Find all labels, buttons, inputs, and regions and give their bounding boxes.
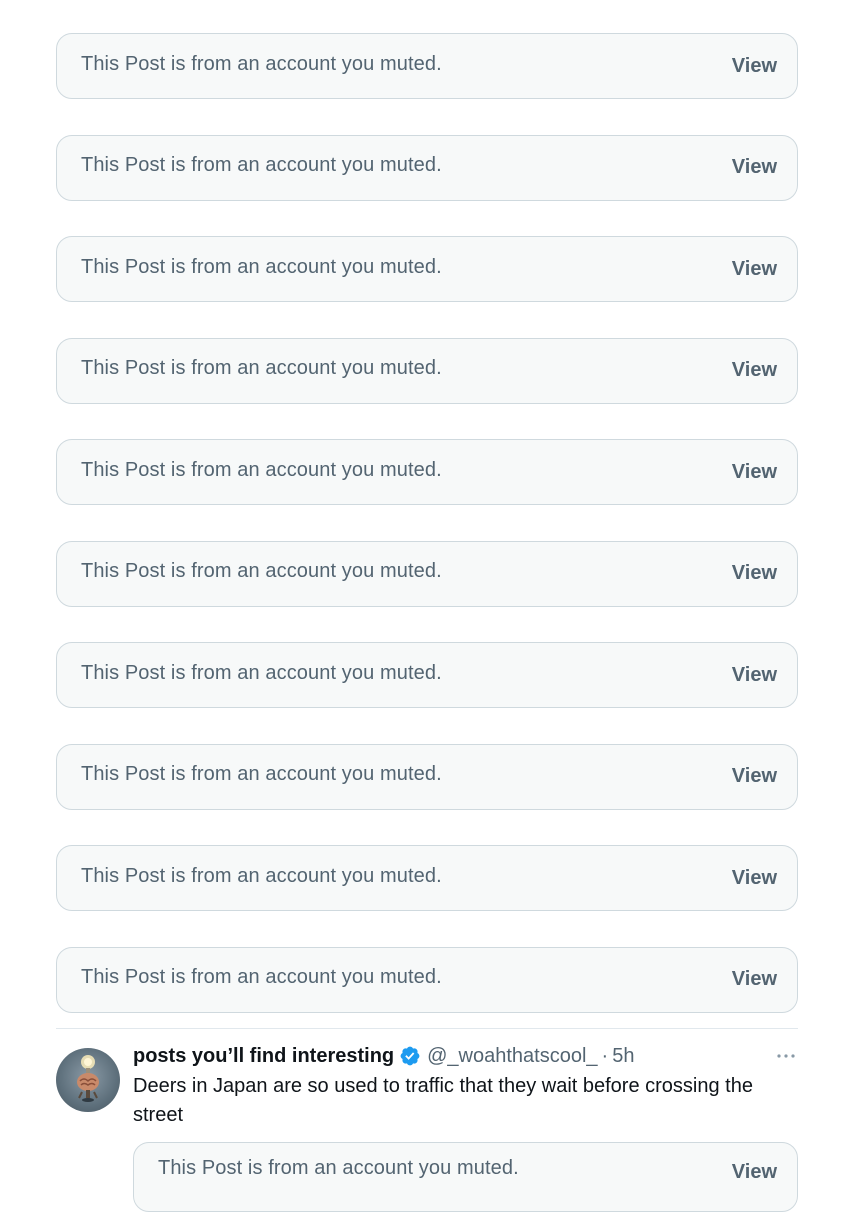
muted-post-card: This Post is from an account you muted. …: [56, 337, 798, 404]
muted-post-notice: This Post is from an account you muted.: [81, 255, 442, 278]
author-name[interactable]: posts you’ll find interesting: [133, 1045, 394, 1068]
separator-dot: ·: [601, 1044, 609, 1067]
view-button[interactable]: View: [732, 968, 777, 991]
view-button[interactable]: View: [732, 562, 777, 585]
muted-post-card: This Post is from an account you muted. …: [56, 642, 798, 708]
muted-post-card: This Post is from an account you muted. …: [56, 236, 798, 302]
post-header: posts you’ll find interesting @_woahthat…: [133, 1040, 798, 1072]
post-text: Deers in Japan are so used to traffic th…: [133, 1075, 753, 1126]
author-handle[interactable]: @_woahthatscool_: [427, 1045, 597, 1068]
muted-post-notice: This Post is from an account you muted.: [81, 763, 442, 785]
more-options-icon[interactable]: [774, 1044, 798, 1068]
muted-post-card: This Post is from an account you muted. …: [56, 743, 798, 810]
view-button[interactable]: View: [732, 55, 777, 78]
muted-post-notice: This Post is from an account you muted.: [81, 357, 442, 379]
muted-post-notice: This Post is from an account you muted.: [81, 52, 442, 75]
muted-post-notice: This Post is from an account you muted.: [81, 458, 442, 481]
view-button[interactable]: View: [732, 359, 777, 382]
muted-post-notice: This Post is from an account you muted.: [158, 1157, 519, 1179]
avatar[interactable]: [56, 1048, 120, 1112]
brain-lightbulb-avatar-icon: [77, 1055, 99, 1102]
muted-post-card: This Post is from an account you muted. …: [56, 845, 798, 911]
muted-post-card: This Post is from an account you muted. …: [56, 134, 798, 201]
view-button[interactable]: View: [732, 867, 777, 890]
muted-post-card: This Post is from an account you muted. …: [56, 540, 798, 607]
view-button[interactable]: View: [732, 461, 777, 484]
muted-post-notice: This Post is from an account you muted.: [81, 661, 442, 684]
muted-post-notice: This Post is from an account you muted.: [81, 154, 442, 176]
post-body: posts you’ll find interesting @_woahthat…: [133, 1040, 798, 1212]
view-button[interactable]: View: [732, 156, 777, 179]
muted-posts-list: This Post is from an account you muted. …: [56, 33, 798, 1048]
view-button[interactable]: View: [732, 1161, 777, 1184]
verified-badge-icon[interactable]: [399, 1045, 421, 1067]
timeline-divider: [56, 1028, 798, 1029]
muted-post-notice: This Post is from an account you muted.: [81, 560, 442, 582]
view-button[interactable]: View: [732, 258, 777, 281]
muted-post-card: This Post is from an account you muted. …: [56, 439, 798, 505]
muted-post-notice: This Post is from an account you muted.: [81, 864, 442, 887]
muted-post-card: This Post is from an account you muted. …: [56, 946, 798, 1013]
muted-post-notice: This Post is from an account you muted.: [81, 966, 442, 988]
muted-post-card: This Post is from an account you muted. …: [56, 33, 798, 99]
view-button[interactable]: View: [732, 664, 777, 687]
post-timestamp[interactable]: 5h: [612, 1045, 634, 1068]
view-button[interactable]: View: [732, 765, 777, 788]
quoted-muted-post-card: This Post is from an account you muted. …: [133, 1142, 798, 1212]
